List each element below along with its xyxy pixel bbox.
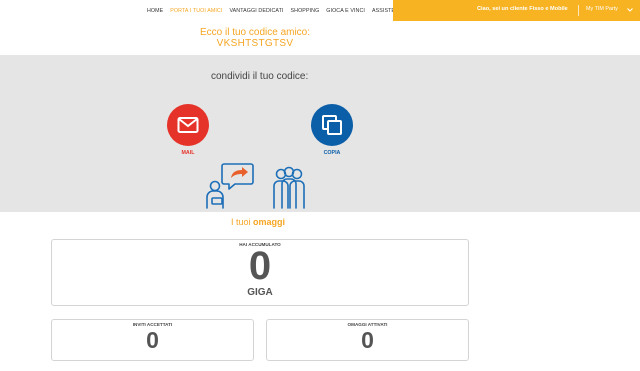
accepted-invites-card: INVITI ACCETTATI 0 [51, 319, 254, 361]
nav-item-home[interactable]: HOME [147, 8, 163, 14]
nav-item-gioca-e-vinci[interactable]: GIOCA E VINCI [326, 8, 365, 14]
copy-icon [322, 115, 342, 135]
friend-code-value: VKSHTSTGTSV [216, 38, 294, 49]
user-box: Ciao, sei un cliente Fisso e Mobile My T… [393, 0, 640, 21]
accumulated-value: 0 [248, 244, 272, 288]
mail-caption: MAIL [181, 150, 195, 156]
gifts-title-bold: omaggi [253, 217, 286, 227]
nav-item-vantaggi-dedicati[interactable]: VANTAGGI DEDICATI [229, 8, 283, 14]
my-tim-party-menu[interactable]: My TIM Party [586, 6, 618, 12]
top-bar: HOME PORTA I TUOI AMICI VANTAGGI DEDICAT… [0, 0, 640, 21]
activated-gifts-card: OMAGGI ATTIVATI 0 [266, 319, 469, 361]
activated-gifts-value: 0 [361, 327, 374, 353]
invite-friends-illustration [206, 163, 305, 209]
user-greeting: Ciao, sei un cliente Fisso e Mobile [477, 6, 568, 12]
accepted-invites-value: 0 [146, 327, 159, 353]
friend-code-title: Ecco il tuo codice amico: [199, 27, 311, 38]
share-label: condividi il tuo codice: [211, 71, 309, 82]
gifts-title: I tuoi omaggi [231, 217, 285, 227]
accumulated-unit: GIGA [247, 287, 273, 298]
copy-caption: COPIA [323, 150, 341, 156]
mail-share-button[interactable] [167, 104, 209, 146]
gifts-title-prefix: I tuoi [231, 217, 251, 227]
copy-code-button[interactable] [311, 104, 353, 146]
nav-item-porta-i-tuoi-amici[interactable]: PORTA I TUOI AMICI [170, 8, 222, 14]
nav-item-shopping[interactable]: SHOPPING [291, 8, 320, 14]
chevron-down-icon[interactable] [626, 4, 634, 16]
main-nav: HOME PORTA I TUOI AMICI VANTAGGI DEDICAT… [147, 0, 406, 21]
accumulated-card: HAI ACCUMULATO 0 GIGA [51, 239, 469, 306]
user-divider [578, 5, 579, 16]
mail-icon [177, 117, 199, 133]
